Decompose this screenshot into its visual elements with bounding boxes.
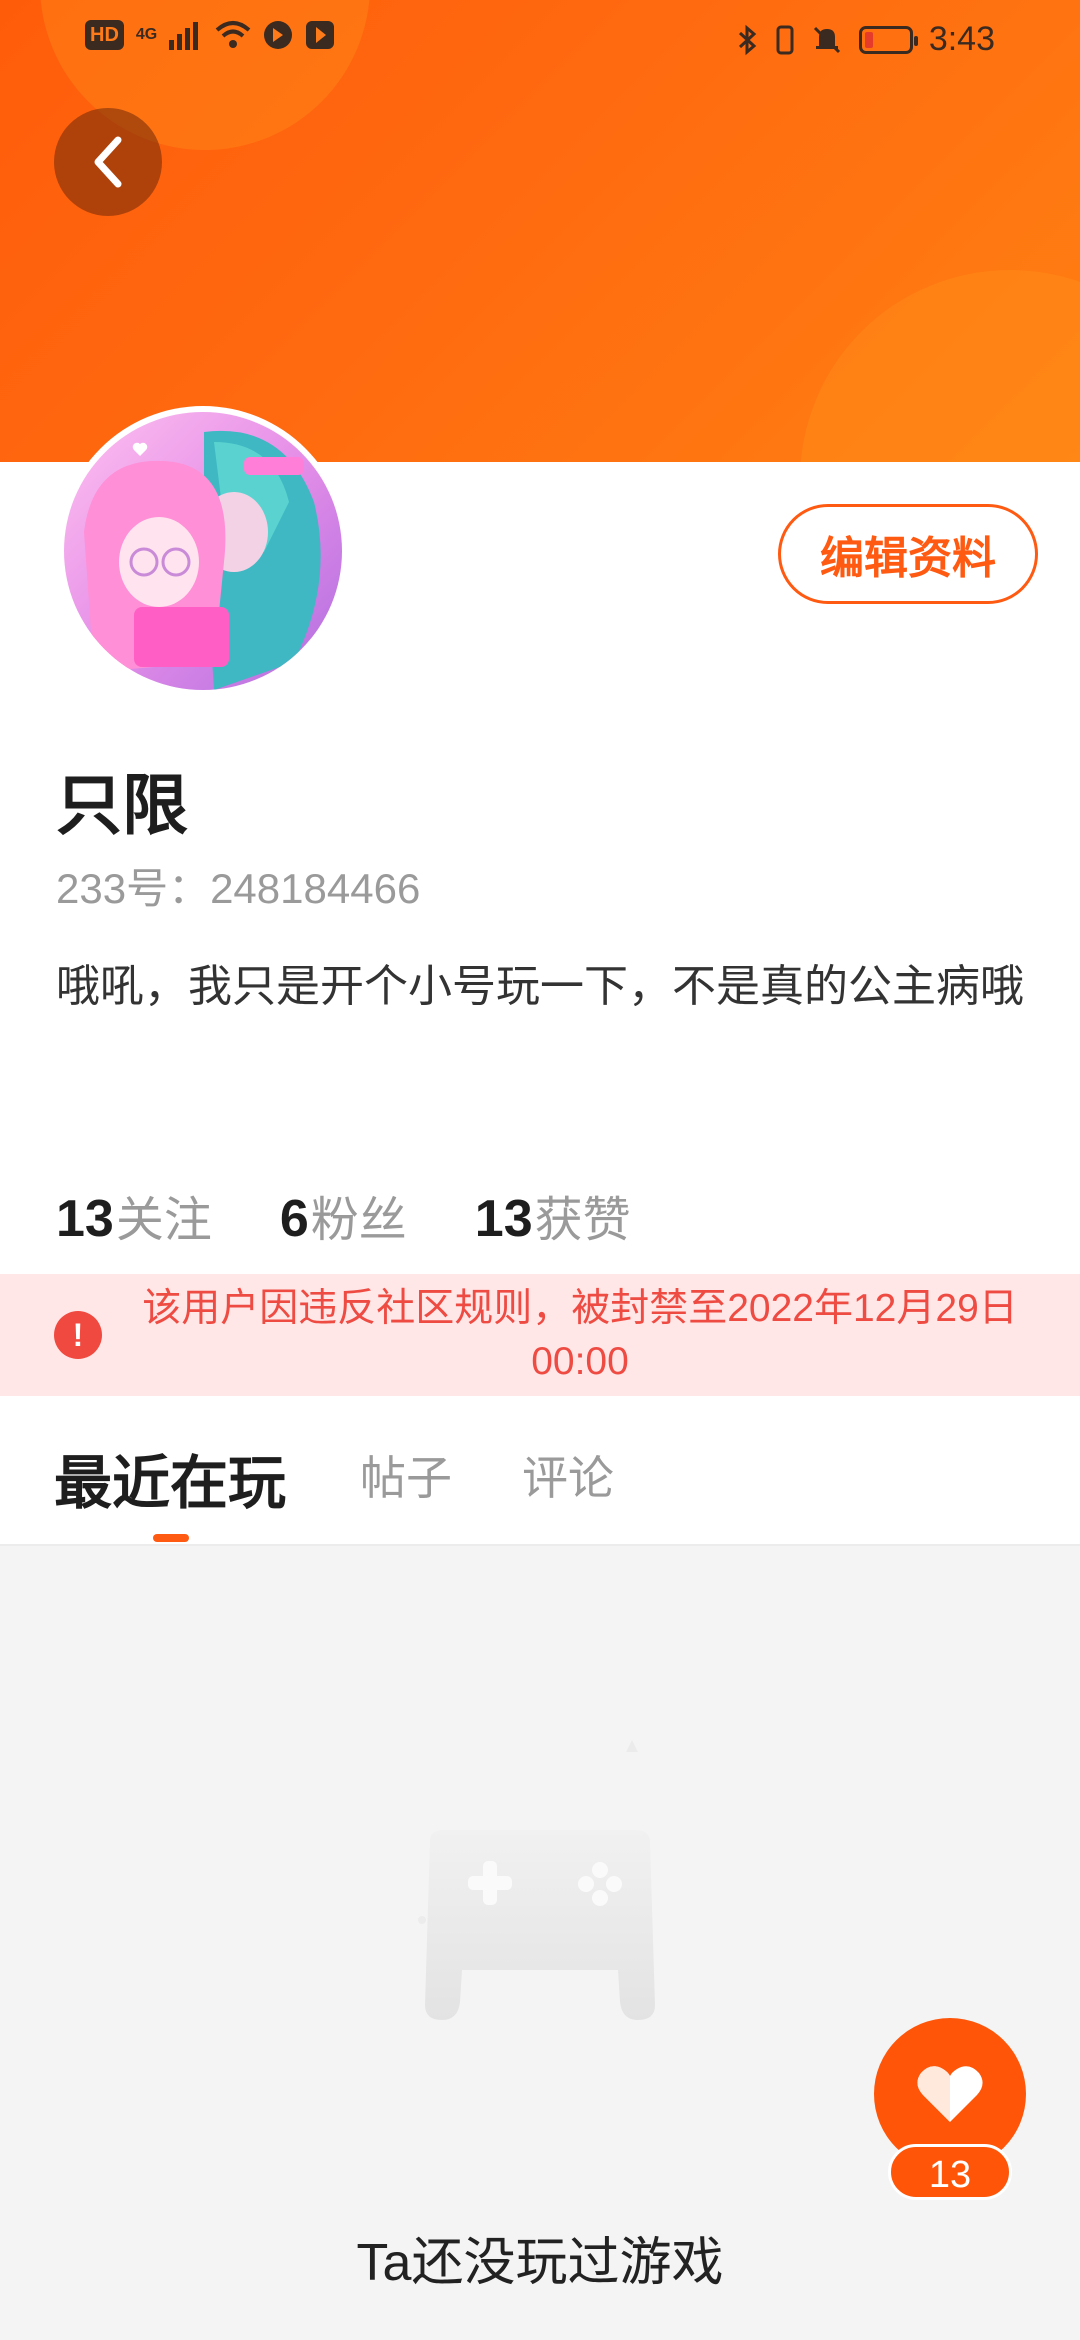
gamepad-icon [418,1740,655,2020]
ban-notice-text: 该用户因违反社区规则，被封禁至2022年12月29日 00:00 [142,1287,1018,1383]
stat-number: 6 [279,1190,309,1248]
battery-icon [858,25,918,54]
stat-label: 获赞 [534,1194,631,1247]
stat-label: 关注 [115,1194,212,1247]
signal-icon [169,22,199,50]
back-button[interactable] [54,108,162,216]
status-left: HD 4G [85,20,335,50]
tab-comments[interactable]: 评论 [522,1442,614,1508]
wifi-icon [215,21,251,48]
status-bar: HD 4G 3:43 [0,0,1080,80]
edit-profile-button[interactable]: 编辑资料 [778,504,1038,604]
chevron-left-icon [94,136,122,188]
app-icon [306,21,335,49]
profile-header: HD 4G 3:43 [0,0,1080,462]
user-id: 233号：248184466 [56,865,421,912]
bluetooth-icon [738,24,757,55]
tab-posts[interactable]: 帖子 [360,1442,452,1508]
status-right: 3:43 [737,20,995,59]
stat-number: 13 [56,1190,114,1248]
stat-likes[interactable]: 13 获赞 [475,1180,631,1250]
user-stats: 13 关注 6 粉丝 13 获赞 [56,1180,631,1250]
stat-label: 粉丝 [310,1194,407,1247]
user-bio: 哦吼，我只是开个小号玩一下，不是真的公主病哦 [56,962,1024,1011]
avatar[interactable] [58,406,348,696]
alert-icon: ! [54,1311,102,1359]
username: 只限 [56,768,188,842]
vibrate-icon [776,25,794,54]
hd-badge: HD [85,20,124,50]
stat-following[interactable]: 13 关注 [56,1180,212,1250]
header-decoration [800,270,1080,462]
like-count-badge: 13 [888,2144,1012,2200]
avatar-image [64,412,342,690]
mute-bell-icon [813,26,840,53]
stat-followers[interactable]: 6 粉丝 [280,1180,407,1250]
profile-tabs: 最近在玩 帖子 评论 [0,1396,1080,1546]
app-icon [264,21,293,49]
stat-number: 13 [474,1190,533,1248]
ban-notice: ! 该用户因违反社区规则，被封禁至2022年12月29日 00:00 [0,1274,1080,1396]
tab-recently-played[interactable]: 最近在玩 [54,1436,286,1520]
empty-state-text: Ta还没玩过游戏 [356,2234,724,2292]
heart-icon [917,2066,983,2122]
status-time: 3:43 [928,20,995,58]
network-label: 4G [135,26,158,43]
active-tab-indicator [153,1534,189,1542]
